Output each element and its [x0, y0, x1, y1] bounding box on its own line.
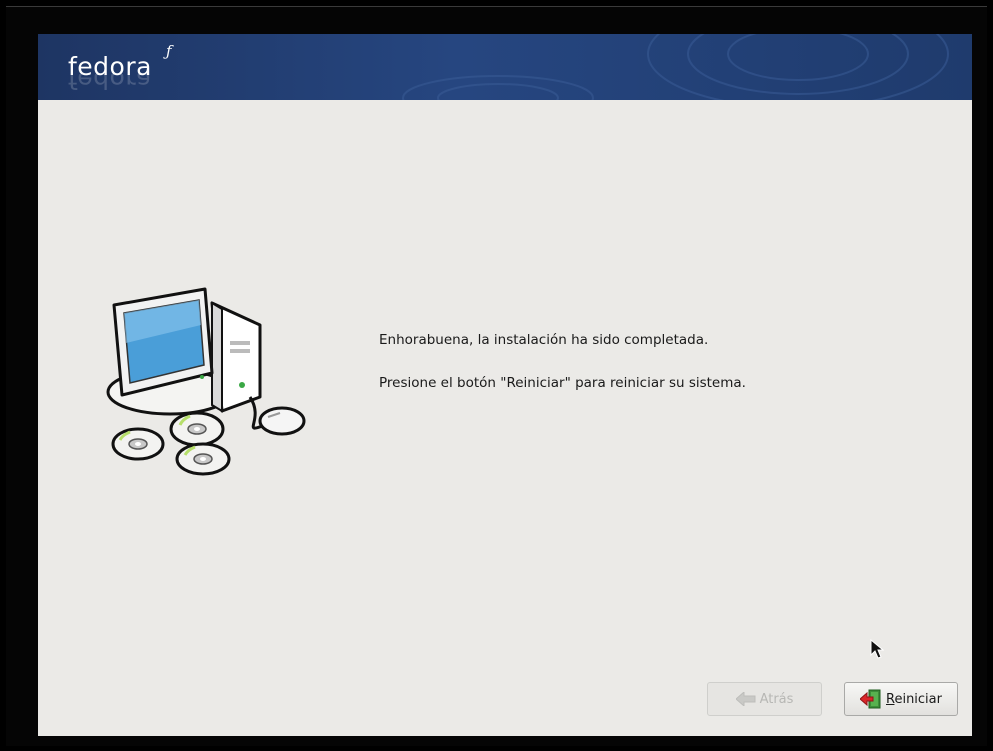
fedora-logo-reflection: fedora — [68, 74, 152, 94]
reboot-exit-icon — [860, 689, 882, 709]
back-arrow-icon — [735, 692, 756, 706]
mouse-pointer-icon — [870, 639, 884, 659]
back-button[interactable]: Atrás — [707, 682, 822, 716]
fedora-infinity-icon: ƒ — [166, 42, 172, 60]
computer-with-discs-icon — [106, 287, 306, 476]
reboot-instruction: Presione el botón "Reiniciar" para reini… — [379, 375, 746, 391]
fedora-banner: fedora fedora ƒ — [38, 34, 972, 100]
installer-window: fedora fedora ƒ Enhorabuena, la instalac… — [38, 34, 972, 736]
reboot-button[interactable]: Reiniciar — [844, 682, 958, 716]
banner-rings-decoration — [402, 34, 949, 100]
back-button-label: Atrás — [759, 691, 794, 707]
reboot-button-label: Reiniciar — [886, 691, 942, 707]
completion-message: Enhorabuena, la instalación ha sido comp… — [379, 332, 709, 348]
content-area: Enhorabuena, la instalación ha sido comp… — [38, 100, 972, 736]
